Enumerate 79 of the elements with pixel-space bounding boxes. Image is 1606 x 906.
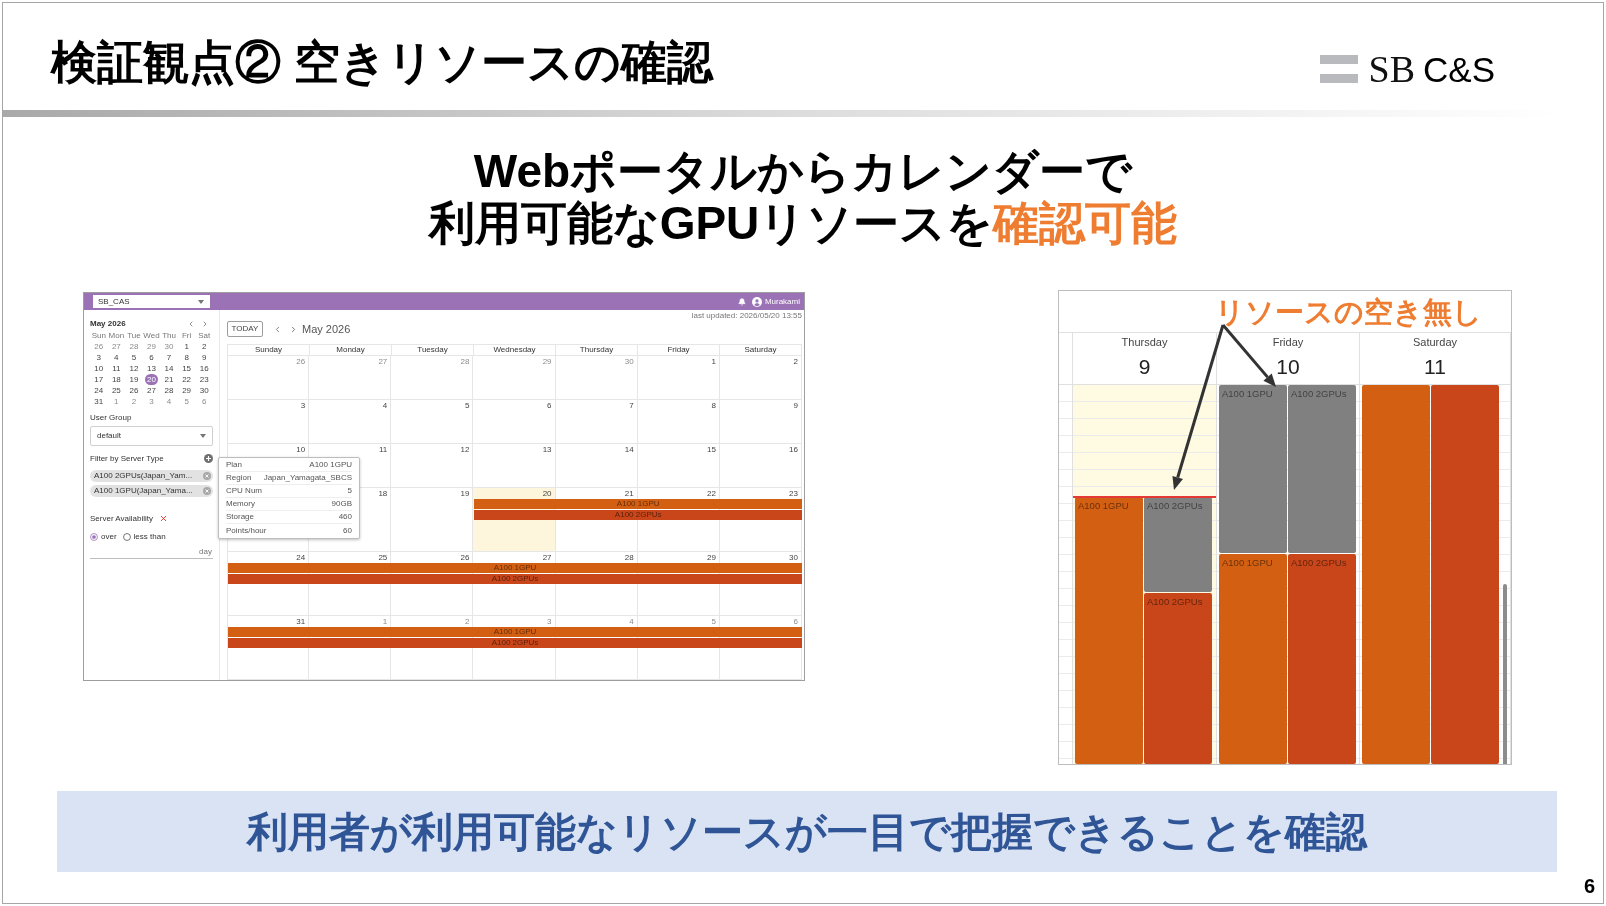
date-number: 26 xyxy=(460,553,470,562)
date-number: 4 xyxy=(629,617,634,626)
date-number: 15 xyxy=(706,445,716,454)
day-name: Saturday xyxy=(1413,336,1457,349)
date-number: 30 xyxy=(624,357,634,366)
date-number: 27 xyxy=(542,553,552,562)
date-number: 1 xyxy=(711,357,716,366)
weekday-label: Mon xyxy=(107,331,126,341)
date-number: 31 xyxy=(296,617,306,626)
date-number: 9 xyxy=(793,401,798,410)
detail-value: A100 1GPU xyxy=(309,460,352,470)
detail-label: Region xyxy=(226,473,252,483)
weekday-label: Fri xyxy=(180,331,193,341)
detail-label: Storage xyxy=(226,512,255,522)
field-label: Server Availability xyxy=(90,513,153,524)
date-number: 18 xyxy=(378,489,388,498)
weekday-label: Sat xyxy=(197,331,212,341)
summary-banner: 利用者が利用可能なリソースが一目で把握できることを確認 xyxy=(57,791,1557,872)
date-number: 1 xyxy=(382,617,388,626)
date-number: 28 xyxy=(460,357,470,366)
date-number: 3 xyxy=(547,617,552,626)
date-number: 8 xyxy=(711,401,716,410)
detail-value: 90GB xyxy=(331,499,352,509)
weekday-label: Thu xyxy=(161,331,177,341)
detail-label: Memory xyxy=(226,499,255,509)
date-number: 16 xyxy=(789,445,798,454)
weekday-label: Wed xyxy=(142,331,161,341)
date-number: 6 xyxy=(547,401,552,410)
date-number: 26 xyxy=(296,357,306,366)
headline-text: Webポータルからカレンダーで xyxy=(473,145,1133,197)
date-number: 30 xyxy=(789,553,798,562)
date-number: 10 xyxy=(296,445,306,454)
date-number: 2 xyxy=(793,357,798,366)
detail-label: Plan xyxy=(226,460,242,470)
date-number: 14 xyxy=(624,445,634,454)
annotation-text: リソースの空き無し xyxy=(1215,294,1482,330)
day-number: 11 xyxy=(1424,355,1446,379)
mini-calendar-title: May 2026 xyxy=(90,318,126,329)
detail-value: 460 xyxy=(338,512,352,522)
date-number: 5 xyxy=(464,401,470,410)
weekday-label: Tue xyxy=(126,331,142,341)
day-number: 9 xyxy=(1138,355,1151,379)
slide-title: 検証観点② 空きリソースの確認 xyxy=(51,35,713,89)
field-label: User Group xyxy=(90,413,133,423)
date-number: 27 xyxy=(378,357,388,366)
weekday-label: Sun xyxy=(90,331,107,341)
date-number: 5 xyxy=(711,617,716,626)
date-number: 19 xyxy=(460,489,470,498)
date-number: 6 xyxy=(793,617,798,626)
date-number: 13 xyxy=(542,445,552,454)
month-title: May 2026 xyxy=(302,322,351,336)
date-number: 29 xyxy=(706,553,716,562)
day-name: Thursday xyxy=(1121,336,1168,349)
last-updated-text: last updated: 2026/05/20 13:55 xyxy=(691,311,802,321)
date-number: 25 xyxy=(378,553,388,562)
headline-text: 利用可能なGPUリソースを確認可能 xyxy=(428,197,1178,249)
date-number: 3 xyxy=(300,401,306,410)
date-number: 4 xyxy=(382,401,388,410)
day-name: Friday xyxy=(1272,336,1304,349)
logo-text: C&S xyxy=(1423,49,1495,90)
detail-label: Points/hour xyxy=(226,525,267,536)
field-label: Filter by Server Type xyxy=(90,453,164,464)
detail-value: 5 xyxy=(347,486,352,496)
date-number: 21 xyxy=(624,489,634,498)
date-number: 7 xyxy=(629,401,634,410)
logo-text: SB xyxy=(1368,48,1416,89)
day-number: 10 xyxy=(1276,355,1300,379)
date-number: 12 xyxy=(460,445,470,454)
date-number: 2 xyxy=(464,617,470,626)
detail-label: CPU Num xyxy=(226,486,262,496)
date-number: 11 xyxy=(378,445,388,454)
date-number: 20 xyxy=(542,489,552,498)
date-number: 22 xyxy=(706,489,716,498)
date-number: 29 xyxy=(542,357,552,366)
date-number: 28 xyxy=(624,553,634,562)
detail-value: 60 xyxy=(343,525,352,536)
date-number: 24 xyxy=(296,553,306,562)
date-number: 23 xyxy=(789,489,798,498)
page-number: 6 xyxy=(1583,874,1595,898)
